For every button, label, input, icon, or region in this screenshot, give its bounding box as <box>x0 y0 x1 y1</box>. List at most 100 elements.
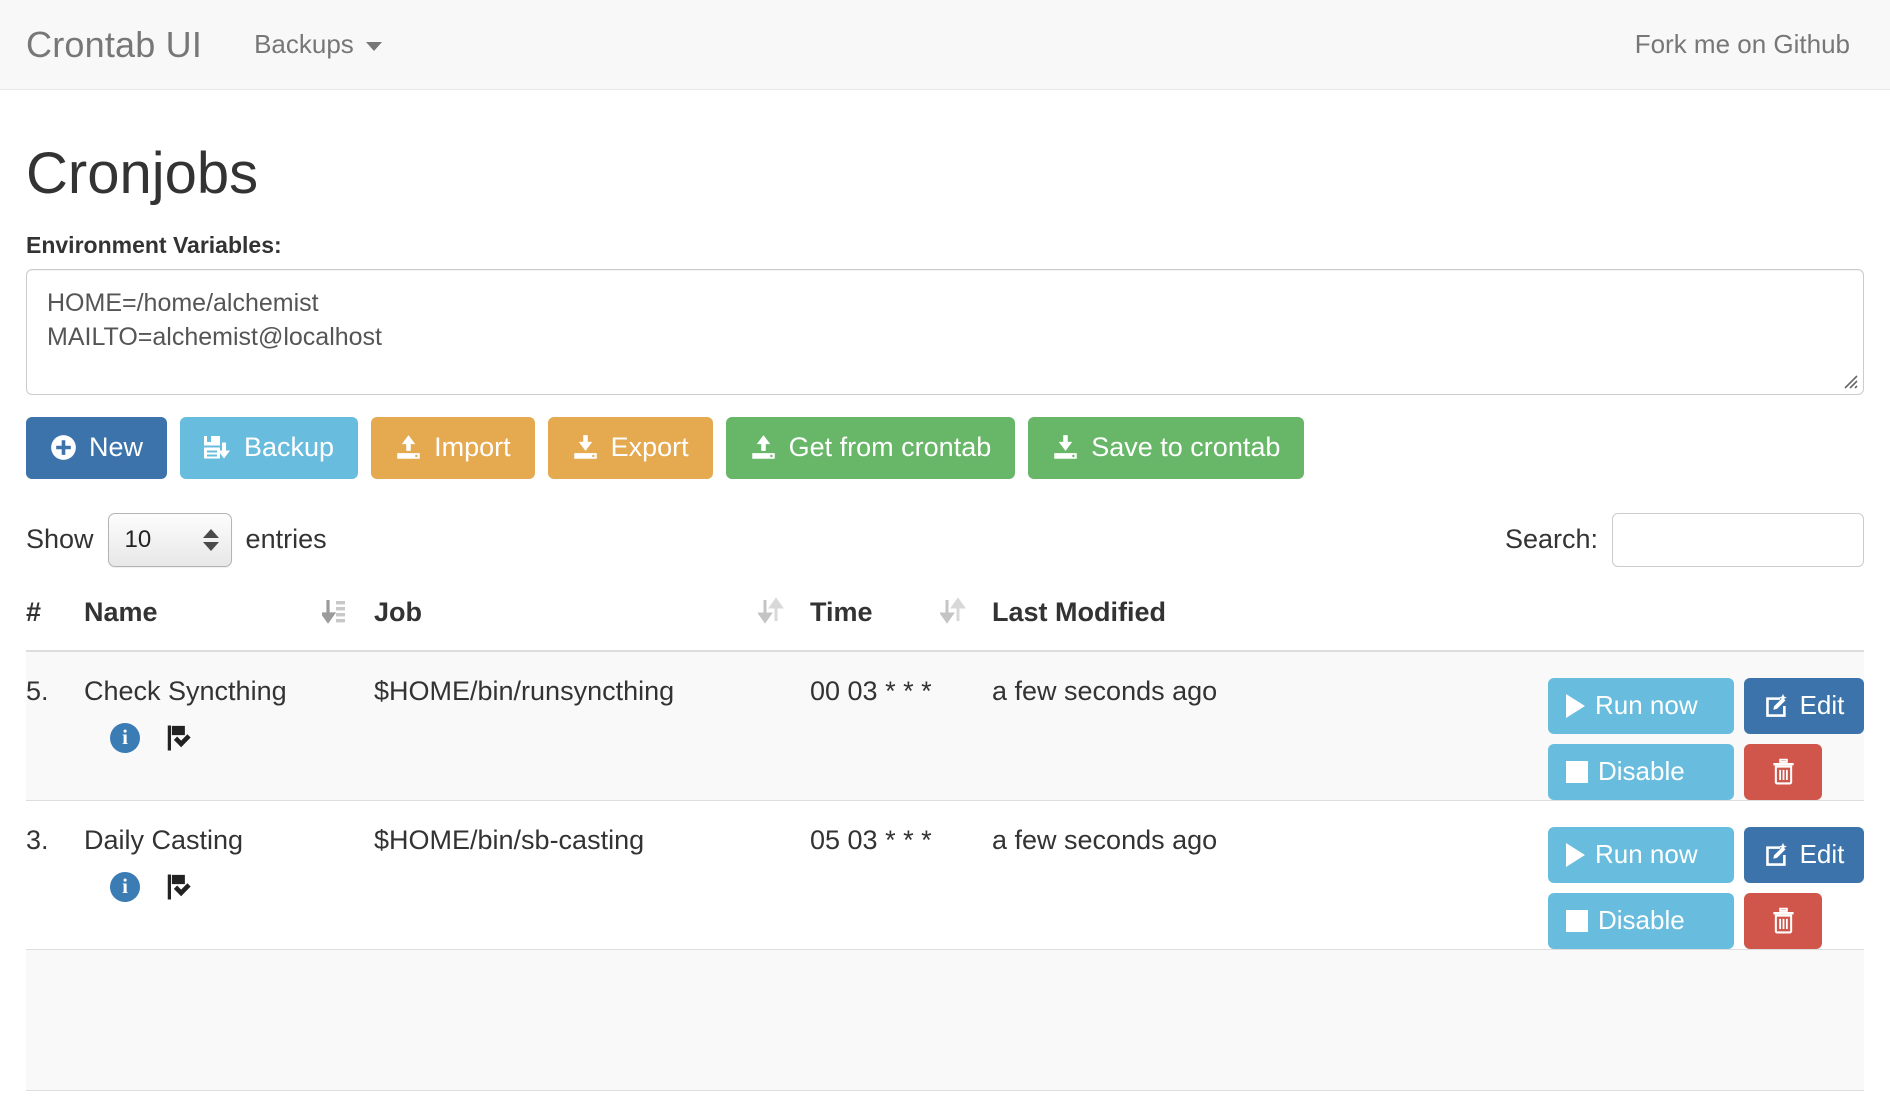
disable-label: Disable <box>1598 756 1685 787</box>
page-length-value: 10 <box>125 526 152 554</box>
row-actions-cell: Run now Edit Disable <box>1548 651 1864 801</box>
sort-amount-desc-icon <box>322 597 348 627</box>
row-name-cell: Daily Casting i <box>84 800 374 949</box>
stepper-arrows-icon <box>203 529 219 551</box>
export-button-label: Export <box>611 432 689 463</box>
stop-icon <box>1566 761 1588 783</box>
row-last-modified-cell: a few seconds ago <box>992 651 1548 801</box>
table-row <box>26 949 1864 1090</box>
run-now-button[interactable]: Run now <box>1548 678 1734 734</box>
stop-icon <box>1566 910 1588 932</box>
get-from-crontab-button[interactable]: Get from crontab <box>726 417 1016 479</box>
sort-updown-icon <box>758 597 784 627</box>
flag-checkered-icon[interactable] <box>164 872 194 902</box>
play-icon <box>1566 843 1585 867</box>
table-head: # Name <box>26 587 1864 651</box>
row-job-cell: $HOME/bin/sb-casting <box>374 800 810 949</box>
column-header-job[interactable]: Job <box>374 587 810 651</box>
save-download-icon <box>204 434 232 461</box>
main-content: Cronjobs Environment Variables: HOME=/ho… <box>0 142 1890 1091</box>
backup-button[interactable]: Backup <box>180 417 358 479</box>
column-header-actions <box>1548 587 1864 651</box>
row-job-cell <box>374 949 810 1090</box>
new-button[interactable]: New <box>26 417 167 479</box>
column-header-name[interactable]: Name <box>84 587 374 651</box>
table-row: 3. Daily Casting i $HOME/bin/sb-casting … <box>26 800 1864 949</box>
row-time-cell <box>810 949 992 1090</box>
column-header-time[interactable]: Time <box>810 587 992 651</box>
disable-button[interactable]: Disable <box>1548 744 1734 800</box>
env-vars-label: Environment Variables: <box>26 232 1864 259</box>
save-to-crontab-label: Save to crontab <box>1091 432 1280 463</box>
get-from-crontab-label: Get from crontab <box>789 432 992 463</box>
play-icon <box>1566 694 1585 718</box>
column-header-last-modified[interactable]: Last Modified <box>992 587 1548 651</box>
row-name-cell: Check Syncthing i <box>84 651 374 801</box>
cronjobs-table: # Name <box>26 587 1864 1091</box>
row-name-label: Daily Casting <box>84 825 374 856</box>
edit-button[interactable]: Edit <box>1744 678 1864 734</box>
table-controls: Show 10 entries Search: <box>26 507 1864 573</box>
row-actions: Run now Edit Disable <box>1548 825 1864 949</box>
upload-icon <box>395 434 422 461</box>
search-input[interactable] <box>1612 513 1864 567</box>
run-now-button[interactable]: Run now <box>1548 827 1734 883</box>
delete-button[interactable] <box>1744 744 1822 800</box>
save-to-crontab-button[interactable]: Save to crontab <box>1028 417 1304 479</box>
fork-on-github-link[interactable]: Fork me on Github <box>1635 29 1864 60</box>
env-vars-textarea[interactable]: HOME=/home/alchemist MAILTO=alchemist@lo… <box>26 269 1864 395</box>
row-name-cell <box>84 949 374 1090</box>
page-length-select[interactable]: 10 <box>108 513 232 567</box>
run-now-label: Run now <box>1595 690 1698 721</box>
pencil-square-icon <box>1764 693 1790 719</box>
row-num-cell: 5. <box>26 651 84 801</box>
page-title: Cronjobs <box>26 142 1864 206</box>
table-row: 5. Check Syncthing i $HOME/bin/runsyncth… <box>26 651 1864 801</box>
row-actions-cell <box>1548 949 1864 1090</box>
column-header-last-modified-label: Last Modified <box>992 597 1166 628</box>
trash-icon <box>1770 758 1797 785</box>
import-button[interactable]: Import <box>371 417 535 479</box>
row-actions: Run now Edit Disable <box>1548 676 1864 800</box>
row-time-cell: 00 03 * * * <box>810 651 992 801</box>
edit-label: Edit <box>1800 839 1845 870</box>
navbar: Crontab UI Backups Fork me on Github <box>0 0 1890 90</box>
trash-icon <box>1770 907 1797 934</box>
nav-item-backups[interactable]: Backups <box>254 29 382 60</box>
export-button[interactable]: Export <box>548 417 713 479</box>
show-label: Show <box>26 524 94 555</box>
new-button-label: New <box>89 432 143 463</box>
info-icon[interactable]: i <box>110 872 140 902</box>
edit-label: Edit <box>1800 690 1845 721</box>
env-vars-wrapper: HOME=/home/alchemist MAILTO=alchemist@lo… <box>26 269 1864 395</box>
edit-button[interactable]: Edit <box>1744 827 1864 883</box>
row-time-cell: 05 03 * * * <box>810 800 992 949</box>
delete-button[interactable] <box>1744 893 1822 949</box>
row-name-icons: i <box>84 872 374 902</box>
row-job-cell: $HOME/bin/runsyncthing <box>374 651 810 801</box>
chevron-down-icon <box>366 42 382 51</box>
sort-updown-icon <box>940 597 966 627</box>
row-last-modified-cell: a few seconds ago <box>992 800 1548 949</box>
page-length-control: Show 10 entries <box>26 513 327 567</box>
column-header-num[interactable]: # <box>26 587 84 651</box>
disable-button[interactable]: Disable <box>1548 893 1734 949</box>
run-now-label: Run now <box>1595 839 1698 870</box>
disable-label: Disable <box>1598 905 1685 936</box>
entries-label: entries <box>246 524 327 555</box>
plus-circle-icon <box>50 434 77 461</box>
toolbar: New Backup Import <box>26 417 1864 479</box>
column-header-job-label: Job <box>374 597 422 628</box>
search-label: Search: <box>1505 524 1598 555</box>
row-actions-cell: Run now Edit Disable <box>1548 800 1864 949</box>
column-header-num-label: # <box>26 597 41 627</box>
column-header-time-label: Time <box>810 597 873 628</box>
import-button-label: Import <box>434 432 511 463</box>
download-icon <box>1052 434 1079 461</box>
brand-link[interactable]: Crontab UI <box>26 24 254 66</box>
info-icon[interactable]: i <box>110 723 140 753</box>
row-name-icons: i <box>84 723 374 753</box>
flag-checkered-icon[interactable] <box>164 723 194 753</box>
backup-button-label: Backup <box>244 432 334 463</box>
row-name-label: Check Syncthing <box>84 676 374 707</box>
